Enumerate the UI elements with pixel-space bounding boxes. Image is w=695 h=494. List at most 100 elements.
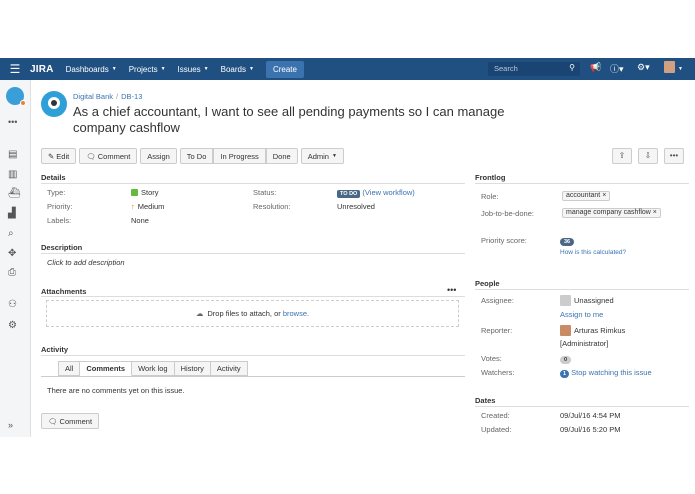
in-progress-button[interactable]: In Progress <box>213 148 266 164</box>
divider <box>475 289 689 290</box>
status-lozenge: TO DO <box>337 190 361 198</box>
nav-issues[interactable]: Issues ▼ <box>178 65 209 74</box>
remove-icon[interactable]: × <box>602 192 606 199</box>
tab-work-log[interactable]: Work log <box>132 361 175 376</box>
project-avatar[interactable] <box>6 87 26 106</box>
nav-label: Projects <box>128 64 158 74</box>
issue-toolbar: ✎ Edit 🗨 Comment Assign To Do In Progress … <box>41 148 347 164</box>
type-text: Story <box>141 188 159 197</box>
notifications-icon[interactable]: 📢 <box>590 62 601 73</box>
tab-comments[interactable]: Comments <box>80 361 133 376</box>
search-input[interactable]: Search ⚲ <box>488 62 580 76</box>
view-workflow-link[interactable]: (View workflow) <box>362 188 414 197</box>
type-value[interactable]: Story <box>131 188 159 197</box>
nav-dashboards[interactable]: Dashboards ▼ <box>66 65 117 74</box>
nav-projects[interactable]: Projects ▼ <box>129 65 166 74</box>
how-calculated-link[interactable]: How is this calculated? <box>560 249 626 256</box>
issues-icon[interactable]: ⌕ <box>8 228 14 239</box>
expand-sidebar-icon[interactable]: » <box>8 420 13 430</box>
priority-value[interactable]: ↑ Medium <box>131 202 164 211</box>
updated-label: Updated: <box>481 425 512 434</box>
user-avatar[interactable] <box>664 61 675 73</box>
browse-link[interactable]: browse. <box>283 309 309 318</box>
created-value: 09/Jul/16 4:54 PM <box>560 411 621 420</box>
todo-button[interactable]: To Do <box>179 148 214 164</box>
arrow-up-icon: ↑ <box>131 202 135 211</box>
chevron-down-icon: ▼ <box>203 66 209 72</box>
jtbd-value: manage company cashflow <box>566 209 651 216</box>
details-heading: Details <box>41 173 66 182</box>
assign-to-me-link[interactable]: Assign to me <box>560 310 603 319</box>
tab-history[interactable]: History <box>174 361 211 376</box>
no-comments-text: There are no comments yet on this issue. <box>47 386 185 395</box>
resolution-value: Unresolved <box>337 202 375 211</box>
breadcrumb-issue-key[interactable]: DB-13 <box>121 92 142 101</box>
breadcrumb-project[interactable]: Digital Bank <box>73 92 113 101</box>
people-heading: People <box>475 279 500 288</box>
reports-icon[interactable]: ▟ <box>8 208 16 219</box>
attachment-dropzone[interactable]: ☁ Drop files to attach, or browse. <box>46 300 459 327</box>
tests-icon[interactable]: ⎙ <box>8 267 16 278</box>
divider <box>41 376 465 377</box>
divider <box>41 253 465 254</box>
help-icon[interactable]: ⓘ▾ <box>610 62 624 75</box>
assignee-value[interactable]: Unassigned <box>560 295 614 306</box>
attachments-more-icon[interactable]: ••• <box>447 285 456 295</box>
chevron-down-icon: ▼ <box>331 153 337 159</box>
gear-icon[interactable]: ⚙▾ <box>637 62 650 73</box>
divider <box>41 183 465 184</box>
jira-logo[interactable]: JIRA <box>30 64 54 75</box>
reporter-value[interactable]: Arturas Rimkus <box>560 325 625 336</box>
comment-label: Comment <box>97 151 131 161</box>
remove-icon[interactable]: × <box>653 209 657 216</box>
votes-value[interactable]: 0 <box>560 354 572 364</box>
issue-title[interactable]: As a chief accountant, I want to see all… <box>73 104 553 136</box>
nav-label: Issues <box>177 64 201 74</box>
more-icon[interactable]: ••• <box>8 117 17 127</box>
assign-button[interactable]: Assign <box>140 148 177 164</box>
project-sidebar: ••• ▤ ▥ ⛴ ▟ ⌕ ✥ ⎙ ⚇ ⚙ » <box>0 80 31 437</box>
edit-button[interactable]: ✎ Edit <box>41 148 77 164</box>
tab-all[interactable]: All <box>58 361 81 376</box>
labels-value[interactable]: None <box>131 216 149 225</box>
menu-icon[interactable]: ☰ <box>0 62 30 76</box>
role-tag[interactable]: accountant × <box>562 191 611 201</box>
nav-boards[interactable]: Boards ▼ <box>221 65 254 74</box>
admin-button[interactable]: Admin ▼ <box>300 148 344 164</box>
comment-button[interactable]: 🗨 Comment <box>79 148 138 164</box>
more-actions-icon[interactable]: ••• <box>664 148 684 164</box>
jtbd-tag[interactable]: manage company cashflow × <box>562 208 661 218</box>
attachments-heading: Attachments <box>41 287 87 296</box>
description-field[interactable]: Click to add description <box>47 258 125 267</box>
components-icon[interactable]: ✥ <box>8 248 16 259</box>
search-icon: ⚲ <box>569 63 575 72</box>
reporter-avatar <box>560 325 571 336</box>
activity-tabs: All Comments Work log History Activity <box>58 361 248 376</box>
watchers-badge[interactable]: 1 <box>560 370 570 378</box>
breadcrumb: Digital Bank / DB-13 <box>73 92 143 101</box>
stop-watching-link[interactable]: Stop watching this issue <box>571 368 651 377</box>
add-comment-button[interactable]: 🗨 Comment <box>41 413 100 429</box>
priority-score-value: 36 <box>560 236 575 246</box>
divider <box>41 355 465 356</box>
settings-icon[interactable]: ⚙ <box>8 320 17 331</box>
labels-label: Labels: <box>47 216 72 225</box>
backlog-icon[interactable]: ▤ <box>8 149 17 160</box>
board-icon[interactable]: ▥ <box>8 169 17 180</box>
dates-heading: Dates <box>475 396 496 405</box>
edit-icon: ✎ <box>48 151 55 161</box>
chevron-down-icon[interactable]: ▼ <box>678 66 683 72</box>
role-value: accountant <box>566 192 601 199</box>
share-icon[interactable]: ⇪ <box>612 148 632 164</box>
create-button[interactable]: Create <box>265 60 304 78</box>
priority-score-badge: 36 <box>560 238 575 246</box>
status-label: Status: <box>253 188 277 197</box>
done-button[interactable]: Done <box>265 148 298 164</box>
reporter-name: Arturas Rimkus <box>574 326 626 335</box>
tab-activity[interactable]: Activity <box>210 361 248 376</box>
story-icon <box>131 189 138 196</box>
releases-icon[interactable]: ⛴ <box>8 188 21 199</box>
add-people-icon[interactable]: ⚇ <box>8 299 17 310</box>
export-icon[interactable]: ⇩ <box>638 148 658 164</box>
type-label: Type: <box>47 188 66 197</box>
